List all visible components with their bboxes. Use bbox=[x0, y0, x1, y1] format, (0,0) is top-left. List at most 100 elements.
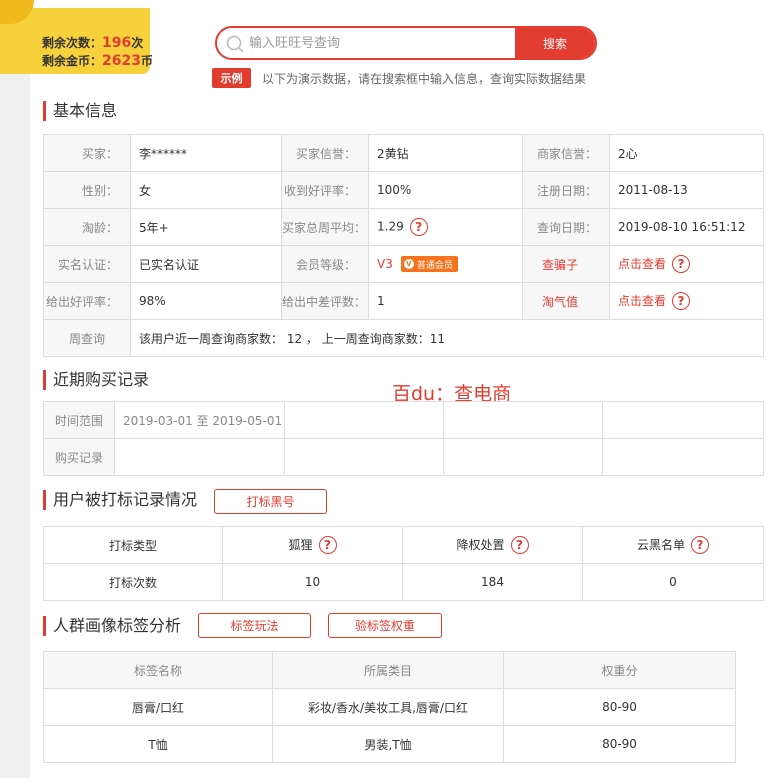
tag-weight-header: 权重分 bbox=[503, 651, 736, 689]
fraud-check-link[interactable]: 点击查看 bbox=[618, 257, 666, 271]
purchase-table: 时间范围 2019-03-01 至 2019-05-01 购买记录 bbox=[43, 401, 764, 476]
empty-cell bbox=[114, 438, 285, 476]
table-row: 唇膏/口红 彩妆/香水/美妆工具,唇膏/口红 80-90 bbox=[43, 688, 736, 726]
real-name-value: 已实名认证 bbox=[130, 245, 282, 283]
table-row: 打标次数 10 184 0 bbox=[43, 563, 764, 601]
member-badge-label: 普通会员 bbox=[416, 260, 453, 271]
weekly-query-text: 该用户近一周查询商家数： 12 ， 上一周查询商家数：11 bbox=[130, 319, 764, 357]
basic-info-table: 买家： 李****** 买家信誉： 2黄钻 商家信誉： 2心 性别： 女 收到好… bbox=[43, 134, 764, 357]
fox-header-cell: 狐狸? bbox=[222, 526, 403, 564]
tag-category-header: 所属类目 bbox=[272, 651, 504, 689]
weekly-avg-value: 1.29 bbox=[377, 219, 404, 234]
tag-weight-button[interactable]: 验标签权重 bbox=[328, 613, 442, 638]
flag-count-label: 打标次数 bbox=[43, 563, 223, 601]
vip-icon: V bbox=[403, 259, 414, 269]
flag-title: 用户被打标记录情况 bbox=[43, 490, 197, 510]
tag-name-header: 标签名称 bbox=[43, 651, 273, 689]
flag-type-header: 打标类型 bbox=[43, 526, 223, 564]
seller-credit-value: 2心 bbox=[609, 134, 764, 172]
empty-cell bbox=[443, 401, 603, 439]
cloud-blacklist-header-cell: 云黑名单? bbox=[582, 526, 764, 564]
balance-badge: 剩余次数：196次 剩余金币：2623币 bbox=[0, 0, 153, 78]
question-icon[interactable]: ? bbox=[691, 536, 709, 555]
search-button[interactable]: 搜索 bbox=[515, 28, 595, 58]
member-badge: V 普通会员 bbox=[400, 256, 458, 272]
weekly-query-label: 周查询 bbox=[43, 319, 131, 357]
tag-weight: 80-90 bbox=[503, 688, 736, 726]
question-icon[interactable]: ? bbox=[409, 218, 428, 236]
query-date-value: 2019-08-10 16:51:12 bbox=[609, 208, 764, 246]
member-level-value: V3 bbox=[377, 256, 393, 271]
record-label: 购买记录 bbox=[43, 438, 115, 476]
member-level-cell: V3 V 普通会员 bbox=[368, 245, 523, 283]
table-row: 打标类型 狐狸? 降权处置? 云黑名单? bbox=[43, 526, 764, 564]
buyer-label: 买家： bbox=[43, 134, 131, 172]
question-icon[interactable]: ? bbox=[318, 536, 337, 555]
query-date-label: 查询日期： bbox=[522, 208, 610, 246]
table-row: 给出好评率： 98% 给出中差评数： 1 淘气值 点击查看? bbox=[43, 282, 764, 320]
buyer-credit-label: 买家信誉： bbox=[281, 134, 369, 172]
remaining-count-value: 196 bbox=[102, 35, 132, 51]
table-row: 购买记录 bbox=[43, 438, 764, 476]
naughty-value-label: 淘气值 bbox=[522, 282, 610, 320]
question-icon[interactable]: ? bbox=[672, 292, 691, 311]
remaining-coins-unit: 币 bbox=[140, 54, 153, 68]
buyer-value: 李****** bbox=[130, 134, 282, 172]
account-age-value: 5年+ bbox=[130, 208, 282, 246]
fraud-check-cell: 点击查看? bbox=[609, 245, 764, 283]
weekly-avg-label: 买家总周平均： bbox=[281, 208, 369, 246]
naughty-value-link[interactable]: 点击查看 bbox=[618, 294, 666, 308]
table-row: 标签名称 所属类目 权重分 bbox=[43, 651, 736, 689]
tag-table: 标签名称 所属类目 权重分 唇膏/口红 彩妆/香水/美妆工具,唇膏/口红 80-… bbox=[43, 651, 736, 763]
empty-cell bbox=[602, 438, 764, 476]
left-margin bbox=[0, 0, 30, 778]
given-positive-rate-label: 给出好评率： bbox=[43, 282, 131, 320]
fraud-check-label: 查骗子 bbox=[522, 245, 610, 283]
table-row: 时间范围 2019-03-01 至 2019-05-01 bbox=[43, 401, 764, 439]
blacklist-button[interactable]: 打标黑号 bbox=[214, 489, 327, 514]
weekly-avg-cell: 1.29? bbox=[368, 208, 523, 246]
tag-weight: 80-90 bbox=[503, 725, 736, 763]
empty-cell bbox=[443, 438, 603, 476]
gender-value: 女 bbox=[130, 171, 282, 209]
cloud-blacklist-count: 0 bbox=[582, 563, 764, 601]
tags-title: 人群画像标签分析 bbox=[43, 616, 181, 636]
tag-category: 彩妆/香水/美妆工具,唇膏/口红 bbox=[272, 688, 504, 726]
member-level-label: 会员等级： bbox=[281, 245, 369, 283]
remaining-coins-label: 剩余金币： bbox=[42, 54, 103, 68]
empty-cell bbox=[284, 401, 444, 439]
remaining-count: 剩余次数：196次 bbox=[42, 34, 143, 51]
register-date-label: 注册日期： bbox=[522, 171, 610, 209]
search-icon bbox=[226, 35, 244, 53]
fox-count: 10 bbox=[222, 563, 403, 601]
naughty-value-cell: 点击查看? bbox=[609, 282, 764, 320]
table-row: 买家： 李****** 买家信誉： 2黄钻 商家信誉： 2心 bbox=[43, 134, 764, 172]
basic-info-title: 基本信息 bbox=[43, 101, 117, 121]
account-age-label: 淘龄： bbox=[43, 208, 131, 246]
remaining-count-unit: 次 bbox=[131, 36, 144, 50]
fox-header: 狐狸 bbox=[288, 537, 313, 552]
search-bar: 搜索 bbox=[215, 26, 597, 60]
table-row: 周查询 该用户近一周查询商家数： 12 ， 上一周查询商家数：11 bbox=[43, 319, 764, 357]
purchase-title: 近期购买记录 bbox=[43, 370, 149, 390]
real-name-label: 实名认证： bbox=[43, 245, 131, 283]
buyer-credit-value: 2黄钻 bbox=[368, 134, 523, 172]
table-row: 性别： 女 收到好评率： 100% 注册日期： 2011-08-13 bbox=[43, 171, 764, 209]
range-value: 2019-03-01 至 2019-05-01 bbox=[114, 401, 285, 439]
tag-play-button[interactable]: 标签玩法 bbox=[198, 613, 311, 638]
demotion-header-cell: 降权处置? bbox=[402, 526, 583, 564]
demotion-header: 降权处置 bbox=[456, 537, 505, 552]
question-icon[interactable]: ? bbox=[672, 255, 691, 274]
demotion-count: 184 bbox=[402, 563, 583, 601]
demo-tag: 示例 bbox=[212, 68, 251, 88]
search-input[interactable] bbox=[249, 28, 513, 58]
cloud-blacklist-header: 云黑名单 bbox=[636, 537, 685, 552]
question-icon[interactable]: ? bbox=[510, 536, 529, 555]
tag-name: T恤 bbox=[43, 725, 273, 763]
seller-credit-label: 商家信誉： bbox=[522, 134, 610, 172]
table-row: T恤 男装,T恤 80-90 bbox=[43, 725, 736, 763]
flag-table: 打标类型 狐狸? 降权处置? 云黑名单? 打标次数 10 184 0 bbox=[43, 526, 764, 601]
gender-label: 性别： bbox=[43, 171, 131, 209]
tag-name: 唇膏/口红 bbox=[43, 688, 273, 726]
remaining-count-label: 剩余次数： bbox=[42, 36, 103, 50]
